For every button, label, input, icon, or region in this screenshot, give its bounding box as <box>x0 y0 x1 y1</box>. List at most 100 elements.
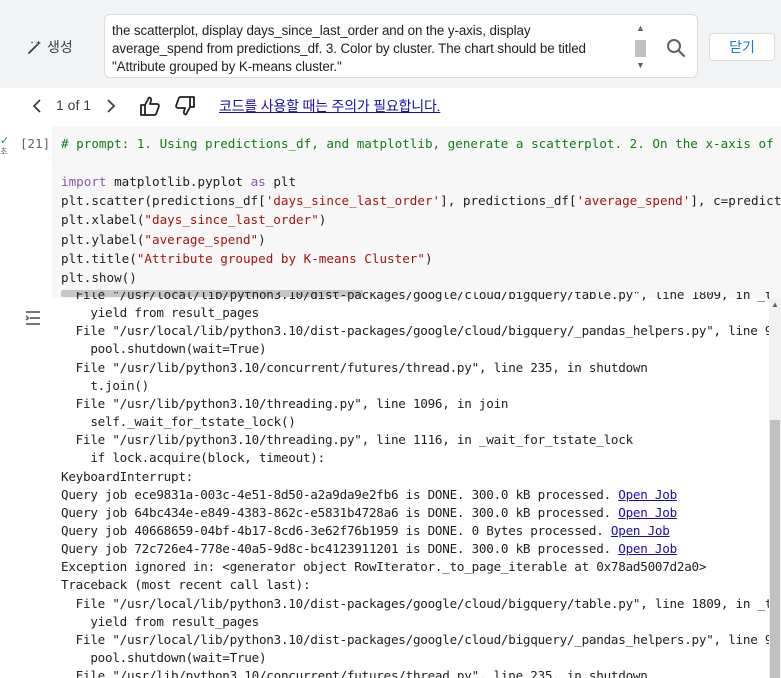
cell-output: File "/usr/local/lib/python3.10/dist-pac… <box>61 292 769 678</box>
execution-count[interactable]: [21] <box>20 136 50 151</box>
code-line[interactable]: plt.ylabel("average_spend") <box>61 232 266 247</box>
open-job-link[interactable]: Open Job <box>618 505 677 520</box>
code-token: ) <box>258 231 266 247</box>
magic-wand-icon <box>28 40 41 54</box>
output-text: if lock.acquire(block, timeout): <box>61 450 325 466</box>
output-line: File "/usr/local/lib/python3.10/dist-pac… <box>61 596 769 611</box>
output-scrollbar-thumb[interactable] <box>770 420 780 678</box>
code-token: plt.ylabel( <box>61 231 145 247</box>
prompt-line: average_spend from predictions_df. 3. Co… <box>112 41 586 56</box>
code-token: "days_since_last_order" <box>144 212 319 228</box>
output-line: File "/usr/lib/python3.10/threading.py",… <box>61 395 509 411</box>
output-text: File "/usr/lib/python3.10/threading.py",… <box>61 395 509 411</box>
scroll-up-arrow-icon[interactable]: ▲ <box>771 300 779 309</box>
output-text: Query job 64bc434e-e849-4383-862c-e5831b… <box>61 504 619 520</box>
page-indicator: 1 of 1 <box>56 97 92 113</box>
code-generation-bar: 생성 the scatterplot, display days_since_l… <box>0 0 781 88</box>
code-line[interactable]: # prompt: 1. Using predictions_df, and m… <box>61 136 781 151</box>
code-token: ], c=predictions_df[ <box>690 193 781 209</box>
code-token: plt.show() <box>61 269 137 285</box>
output-line: Traceback (most recent call last): <box>61 577 311 593</box>
code-line[interactable]: plt.title("Attribute grouped by K-means … <box>61 251 433 266</box>
code-token: 'average_spend' <box>576 193 691 209</box>
close-button[interactable]: 닫기 <box>709 33 775 61</box>
output-line: File "/usr/local/lib/python3.10/dist-pac… <box>61 632 769 647</box>
thumbs-down-icon[interactable] <box>174 95 196 117</box>
output-text: File "/usr/lib/python3.10/concurrent/fut… <box>61 668 648 678</box>
chevron-right-icon[interactable] <box>104 97 118 115</box>
scroll-up-arrow-icon[interactable]: ▲ <box>636 23 645 33</box>
chevron-left-icon[interactable] <box>30 97 44 115</box>
code-line[interactable]: plt.xlabel("days_since_last_order") <box>61 212 326 227</box>
generate-label: 생성 <box>47 39 73 55</box>
output-text: File "/usr/lib/python3.10/threading.py",… <box>61 432 633 448</box>
code-editor[interactable]: # prompt: 1. Using predictions_df, and m… <box>52 126 781 298</box>
code-token: ) <box>424 250 433 266</box>
output-text: KeyboardInterrupt: <box>61 468 193 484</box>
output-text: File "/usr/local/lib/python3.10/dist-pac… <box>75 323 769 339</box>
search-icon[interactable] <box>664 36 688 60</box>
open-job-link[interactable]: Open Job <box>618 487 677 502</box>
output-line: self._wait_for_tstate_lock() <box>61 414 296 429</box>
query-job-line: Query job ece9831a-003c-4e51-8d50-a2a9da… <box>61 487 677 502</box>
output-line: yield from result_pages <box>61 305 259 320</box>
output-line: File "/usr/local/lib/python3.10/dist-pac… <box>61 323 769 338</box>
output-text: Exception ignored in: <generator object … <box>61 559 707 575</box>
code-token: plt <box>265 174 297 190</box>
output-line: File "/usr/local/lib/python3.10/dist-pac… <box>61 292 769 302</box>
code-token: plt.scatter(predictions_df[ <box>61 193 266 209</box>
check-icon: ✓ <box>0 135 10 147</box>
code-token: # prompt: 1. Using predictions_df, and m… <box>61 136 774 151</box>
open-job-link[interactable]: Open Job <box>611 523 670 538</box>
output-text: Query job 72c726e4-778e-40a5-9d8c-bc4123… <box>61 541 619 557</box>
prompt-line: "Attribute grouped by K-means cluster." <box>112 59 342 74</box>
output-text: File "/usr/local/lib/python3.10/dist-pac… <box>75 595 769 611</box>
output-line: t.join() <box>61 378 149 393</box>
output-text: yield from result_pages <box>61 305 259 321</box>
code-token: as <box>250 174 266 190</box>
output-line: File "/usr/lib/python3.10/concurrent/fut… <box>61 360 648 375</box>
generate-button[interactable]: 생성 <box>27 37 73 57</box>
code-line[interactable]: import matplotlib.pyplot as plt <box>61 174 296 189</box>
prompt-input[interactable]: the scatterplot, display days_since_last… <box>104 14 698 78</box>
code-line[interactable]: plt.show() <box>61 270 137 285</box>
code-token: ) <box>318 212 327 228</box>
prompt-text[interactable]: the scatterplot, display days_since_last… <box>112 22 622 76</box>
query-job-line: Query job 64bc434e-e849-4383-862c-e5831b… <box>61 505 677 520</box>
output-text: pool.shutdown(wait=True) <box>61 650 267 665</box>
output-line: File "/usr/lib/python3.10/concurrent/fut… <box>61 668 648 678</box>
output-actions-icon[interactable] <box>24 308 46 328</box>
output-text: Traceback (most recent call last): <box>61 577 311 593</box>
output-text: Query job ece9831a-003c-4e51-8d50-a2a9da… <box>61 486 619 502</box>
run-status-label: ✓ 초 <box>0 135 10 157</box>
code-token: "Attribute grouped by K-means Cluster" <box>136 250 425 266</box>
code-line[interactable]: plt.scatter(predictions_df['days_since_l… <box>61 193 781 208</box>
code-token: matplotlib.pyplot <box>106 174 251 190</box>
query-job-line: Query job 40668659-04bf-4b17-8cd6-3e62f7… <box>61 523 670 538</box>
query-job-line: Query job 72c726e4-778e-40a5-9d8c-bc4123… <box>61 541 677 556</box>
output-text: Query job 40668659-04bf-4b17-8cd6-3e62f7… <box>61 522 611 538</box>
prompt-scrollbar-thumb[interactable] <box>635 40 646 57</box>
open-job-link[interactable]: Open Job <box>618 541 677 556</box>
thumbs-up-icon[interactable] <box>139 95 161 117</box>
use-code-with-caution-link[interactable]: 코드를 사용할 때는 주의가 필요합니다. <box>219 96 441 116</box>
scroll-down-arrow-icon[interactable]: ▼ <box>636 60 645 70</box>
code-token: plt.title( <box>61 250 137 266</box>
output-line: pool.shutdown(wait=True) <box>61 650 266 665</box>
output-text: File "/usr/local/lib/python3.10/dist-pac… <box>75 631 769 647</box>
output-line: pool.shutdown(wait=True) <box>61 341 266 356</box>
output-line: yield from result_pages <box>61 614 259 629</box>
output-line: KeyboardInterrupt: <box>61 469 193 484</box>
output-text: t.join() <box>61 377 149 393</box>
output-text: pool.shutdown(wait=True) <box>61 341 267 357</box>
response-nav-row: 1 of 1 코드를 사용할 때는 주의가 필요합니다. <box>0 88 781 126</box>
code-token: ], predictions_df[ <box>440 193 577 209</box>
output-text: yield from result_pages <box>61 613 259 629</box>
output-text: File "/usr/local/lib/python3.10/dist-pac… <box>75 292 769 302</box>
output-text: File "/usr/lib/python3.10/concurrent/fut… <box>61 359 648 375</box>
prompt-line: the scatterplot, display days_since_last… <box>112 23 531 38</box>
output-line: File "/usr/lib/python3.10/threading.py",… <box>61 432 633 447</box>
code-token: "average_spend" <box>144 231 259 247</box>
code-token: plt.xlabel( <box>61 212 145 228</box>
output-line: Exception ignored in: <generator object … <box>61 559 706 574</box>
